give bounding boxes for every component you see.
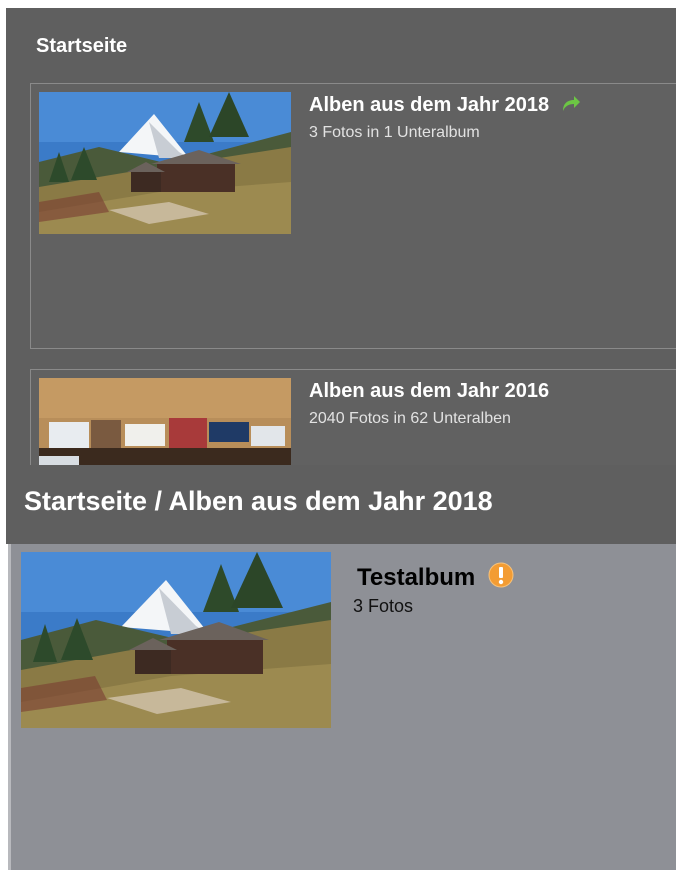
mountain-hut-photo (39, 92, 291, 234)
books-photo (39, 378, 291, 465)
album-subtitle-2016: 2040 Fotos in 62 Unteralben (309, 410, 511, 427)
warning-icon[interactable] (488, 562, 514, 595)
album-card-2018[interactable]: Alben aus dem Jahr 2018 3 Fotos in 1 Unt… (30, 83, 676, 349)
album-thumbnail-testalbum[interactable] (21, 552, 331, 728)
album-title-2016[interactable]: Alben aus dem Jahr 2016 (309, 380, 549, 403)
album-title-testalbum[interactable]: Testalbum (357, 562, 514, 595)
album-title-2018[interactable]: Alben aus dem Jahr 2018 (309, 94, 581, 119)
share-arrow-icon[interactable] (561, 95, 581, 119)
album-card-2016[interactable]: Alben aus dem Jahr 2016 2040 Fotos in 62… (30, 369, 676, 465)
breadcrumb-home[interactable]: Startseite (36, 35, 127, 58)
subalbum-panel: Testalbum 3 Fotos (8, 544, 676, 870)
album-subtitle-2018: 3 Fotos in 1 Unteralbum (309, 124, 480, 141)
album-thumbnail-2018[interactable] (39, 92, 291, 234)
album-overview-panel: Startseite Alben aus dem Jahr 2018 3 Fot… (6, 8, 676, 544)
album-thumbnail-2016[interactable] (39, 378, 291, 465)
mountain-hut-photo (21, 552, 331, 728)
album-subtitle-testalbum: 3 Fotos (353, 596, 414, 616)
breadcrumb-path[interactable]: Startseite / Alben aus dem Jahr 2018 (24, 486, 493, 517)
